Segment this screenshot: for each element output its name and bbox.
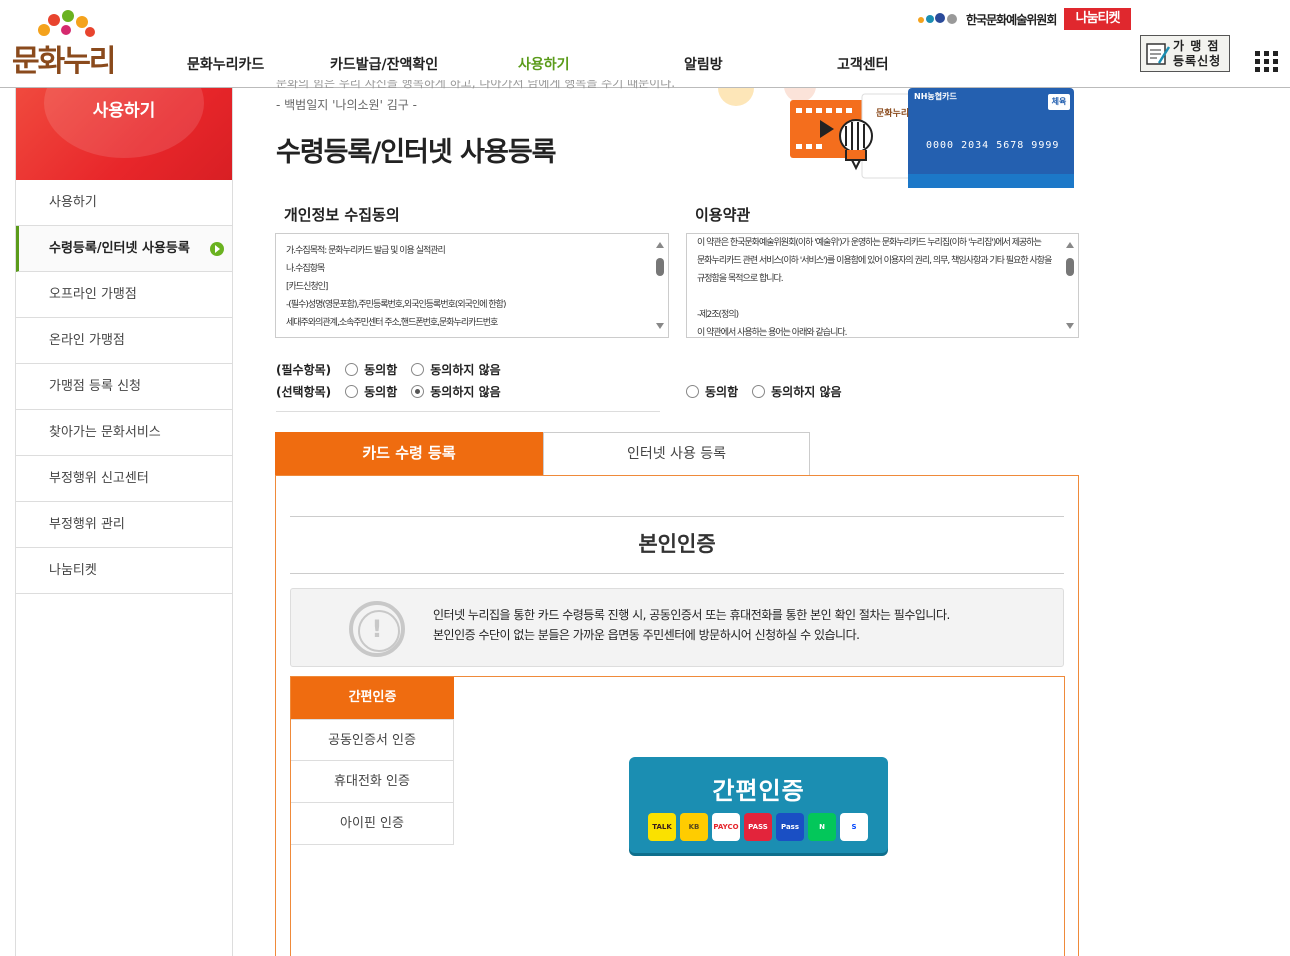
auth-provider-list: TALK KB PAYCO PASS Pass N S <box>648 813 870 841</box>
privacy-optional-consent: (선택항목) 동의함 동의하지 않음 <box>276 384 501 399</box>
auth-method-ipin[interactable]: 아이핀 인증 <box>291 803 454 845</box>
auth-method-menu: 간편인증 공동인증서 인증 휴대전화 인증 아이핀 인증 <box>291 677 454 845</box>
auth-notice: ! 인터넷 누리집을 통한 카드 수령등록 진행 시, 공동인증서 또는 휴대전… <box>290 588 1064 667</box>
pass-red-icon: PASS <box>744 813 772 841</box>
nav-notice[interactable]: 알림방 <box>684 54 723 74</box>
sidebar-item-offline-merchant[interactable]: 오프라인 가맹점 <box>16 272 232 318</box>
arko-link[interactable]: 한국문화예술위원회 나눔티켓 <box>916 8 1131 30</box>
privacy-required-consent: (필수항목) 동의함 동의하지 않음 <box>276 362 501 377</box>
nanum-ticket-badge[interactable]: 나눔티켓 <box>1064 8 1131 30</box>
tab-card-receipt[interactable]: 카드 수령 등록 <box>275 432 543 475</box>
sidebar-header: 사용하기 <box>16 88 232 180</box>
notice-text: 인터넷 누리집을 통한 카드 수령등록 진행 시, 공동인증서 또는 휴대전화를… <box>433 608 950 642</box>
simple-auth-title: 간편인증 <box>712 777 805 805</box>
payco-icon: PAYCO <box>712 813 740 841</box>
exclamation-icon: ! <box>349 601 405 657</box>
auth-method-phone[interactable]: 휴대전화 인증 <box>291 761 454 803</box>
terms-scrollbar[interactable] <box>1062 234 1078 337</box>
naver-icon: N <box>808 813 836 841</box>
merchant-register-button[interactable]: 가 맹 점 등록신청 <box>1140 35 1230 72</box>
kb-bank-icon: KB <box>680 813 708 841</box>
sidebar-item-online-merchant[interactable]: 온라인 가맹점 <box>16 318 232 364</box>
card-tag: 체육 <box>1048 94 1070 110</box>
terms-title: 이용약관 <box>695 206 751 224</box>
card-number: 0000 2034 5678 9999 <box>926 140 1060 151</box>
page-quote-partial: 문화의 힘은 우리 자신을 행복하게 하고, 나아가서 남에게 행복을 주기 때… <box>276 80 676 90</box>
grid-menu-icon[interactable] <box>1255 51 1279 73</box>
merchant-register-label: 가 맹 점 등록신청 <box>1173 39 1222 68</box>
privacy-divider <box>276 411 660 412</box>
logo-text: 문화누리 <box>12 44 116 79</box>
auth-method-certificate[interactable]: 공동인증서 인증 <box>291 719 454 761</box>
nav-customer-center[interactable]: 고객센터 <box>837 54 889 74</box>
sidebar-item-fraud-report[interactable]: 부정행위 신고센터 <box>16 456 232 502</box>
required-disagree-radio[interactable] <box>411 362 425 376</box>
card-side-text: 문화누리 <box>876 109 910 119</box>
privacy-scrollbar[interactable] <box>652 234 668 337</box>
sidebar-item-label: 수령등록/인터넷 사용등록 <box>49 241 190 256</box>
nav-culture-card[interactable]: 문화누리카드 <box>187 54 264 74</box>
sidebar: 사용하기 사용하기 수령등록/인터넷 사용등록 오프라인 가맹점 온라인 가맹점… <box>15 88 233 956</box>
terms-textbox[interactable]: 이 약관은 한국문화예술위원회(이하 '예술위')가 운영하는 문화누리카드 누… <box>686 233 1079 338</box>
sidebar-item-visiting-service[interactable]: 찾아가는 문화서비스 <box>16 410 232 456</box>
sidebar-title: 사용하기 <box>92 101 156 121</box>
privacy-textbox[interactable]: 가.수집목적: 문화누리카드 발급 및 이용 실적관리 나.수집항목 [카드신청… <box>275 233 669 338</box>
sidebar-list: 사용하기 수령등록/인터넷 사용등록 오프라인 가맹점 온라인 가맹점 가맹점 … <box>16 180 232 594</box>
register-form-icon <box>1146 43 1171 65</box>
kakao-talk-icon: TALK <box>648 813 676 841</box>
pass-blue-icon: Pass <box>776 813 804 841</box>
arrow-right-icon <box>210 242 224 256</box>
sidebar-item-usage[interactable]: 사용하기 <box>16 180 232 226</box>
terms-agree-radio[interactable] <box>686 384 699 398</box>
sidebar-item-registration[interactable]: 수령등록/인터넷 사용등록 <box>16 226 232 272</box>
optional-disagree-radio[interactable] <box>411 384 425 398</box>
sidebar-item-nanum-ticket[interactable]: 나눔티켓 <box>16 548 232 594</box>
page-title: 수령등록/인터넷 사용등록 <box>276 137 557 168</box>
tab-panel: 본인인증 ! 인터넷 누리집을 통한 카드 수령등록 진행 시, 공동인증서 또… <box>275 475 1079 956</box>
optional-agree-radio[interactable] <box>345 384 359 398</box>
card-illustration-icon <box>718 88 1074 188</box>
auth-method-simple[interactable]: 간편인증 <box>291 677 454 719</box>
privacy-title: 개인정보 수집동의 <box>284 206 400 224</box>
sidebar-item-merchant-apply[interactable]: 가맹점 등록 신청 <box>16 364 232 410</box>
arko-label: 한국문화예술위원회 <box>966 13 1057 27</box>
tab-internet-usage[interactable]: 인터넷 사용 등록 <box>543 432 810 475</box>
terms-disagree-radio[interactable] <box>752 384 766 398</box>
required-agree-radio[interactable] <box>345 362 359 376</box>
sidebar-item-fraud-manage[interactable]: 부정행위 관리 <box>16 502 232 548</box>
terms-text: 이 약관은 한국문화예술위원회(이하 '예술위')가 운영하는 문화누리카드 누… <box>697 238 1052 338</box>
privacy-text: 가.수집목적: 문화누리카드 발급 및 이용 실적관리 나.수집항목 [카드신청… <box>286 246 506 328</box>
nav-usage[interactable]: 사용하기 <box>518 54 570 74</box>
arko-logo-icon <box>918 13 957 24</box>
auth-methods: 간편인증 공동인증서 인증 휴대전화 인증 아이핀 인증 간편인증 TALK K… <box>290 676 1065 956</box>
nav-card-issue[interactable]: 카드발급/잔액확인 <box>330 54 438 74</box>
page-quote-author: - 백범일지 '나의소원' 김구 - <box>276 98 417 112</box>
terms-consent: 동의함 동의하지 않음 <box>678 383 848 399</box>
simple-auth-button[interactable]: 간편인증 TALK KB PAYCO PASS Pass N S <box>629 757 888 853</box>
site-logo[interactable]: 문화누리 <box>12 10 124 80</box>
shinhan-icon: S <box>840 813 868 841</box>
card-brand: NH농협카드 <box>914 92 957 101</box>
hero-illustration: NH농협카드 체육 0000 2034 5678 9999 문화누리 <box>712 88 1078 188</box>
site-header: 문화누리 문화누리카드 카드발급/잔액확인 사용하기 알림방 고객센터 한국문화… <box>0 0 1290 88</box>
auth-section-title: 본인인증 <box>638 532 716 556</box>
